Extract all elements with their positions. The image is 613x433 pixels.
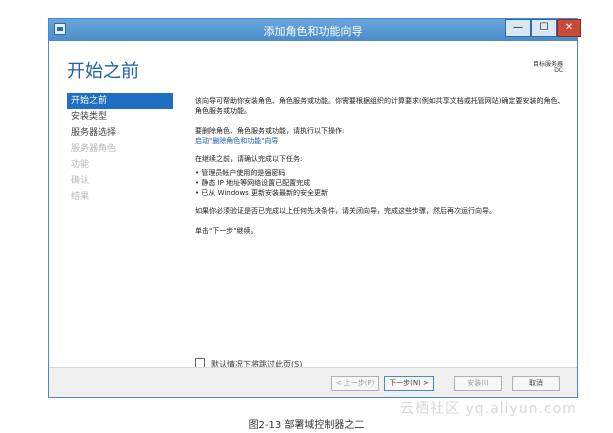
- nav-item-results: 结果: [71, 192, 90, 202]
- prereq-item: • 静态 IP 地址等网络设置已配置完成: [195, 179, 311, 187]
- wizard-window: 添加角色和功能向导 — ☐ ✕ 开始之前 目标服务器 DC 开始之前 安装类型 …: [48, 18, 581, 398]
- next-button[interactable]: 下一步(N) >: [384, 376, 434, 391]
- install-button[interactable]: 安装(I): [454, 376, 502, 391]
- prereq-item: • 已从 Windows 更新安装最新的安全更新: [195, 189, 329, 197]
- previous-button[interactable]: < 上一步(P): [331, 376, 379, 391]
- wizard-footer: < 上一步(P) 下一步(N) > 安装(I) 取消: [49, 368, 577, 397]
- maximize-button[interactable]: ☐: [531, 19, 557, 37]
- cancel-button[interactable]: 取消: [512, 376, 560, 391]
- intro-text: 该向导可帮助你安装角色、角色服务或功能。你需要根据组织的计算要求(例如共享文档或…: [195, 97, 565, 115]
- window-title: 添加角色和功能向导: [263, 25, 363, 38]
- nav-item-server-roles: 服务器角色: [71, 144, 117, 154]
- remove-instructions: 要删除角色、角色服务或功能，请执行以下操作:: [195, 127, 345, 135]
- main-panel: 该向导可帮助你安装角色、角色服务或功能。你需要根据组织的计算要求(例如共享文档或…: [195, 96, 565, 236]
- wizard-nav: 开始之前 安装类型 服务器选择 服务器角色 功能 确认 结果: [67, 93, 173, 205]
- prereq-item: • 管理员帐户使用的是强密码: [195, 169, 286, 177]
- minimize-button[interactable]: —: [505, 19, 531, 37]
- page-title: 开始之前: [67, 61, 139, 82]
- figure-caption: 图2-13 部署域控制器之二: [248, 420, 365, 431]
- destination-server-value: DC: [554, 67, 563, 74]
- prereq-heading: 在继续之前，请确认完成以下任务:: [195, 155, 303, 163]
- continue-text: 单击"下一步"继续。: [195, 227, 258, 235]
- nav-item-installation-type[interactable]: 安装类型: [67, 109, 173, 125]
- verify-text: 如果你必须验证是否已完成以上任何先决条件，请关闭向导，完成这些步骤，然后再次运行…: [195, 207, 496, 215]
- watermark: 云栖社区 yq.aliyun.com: [400, 401, 577, 417]
- title-bar[interactable]: 添加角色和功能向导 — ☐ ✕: [49, 19, 581, 41]
- remove-roles-link[interactable]: 启动"删除角色和功能"向导: [195, 136, 565, 146]
- close-button[interactable]: ✕: [557, 19, 581, 37]
- nav-item-server-selection[interactable]: 服务器选择: [67, 125, 173, 141]
- nav-item-before-you-begin[interactable]: 开始之前: [67, 93, 173, 109]
- nav-item-confirmation: 确认: [71, 176, 90, 186]
- nav-item-features: 功能: [71, 160, 90, 170]
- wizard-content: 开始之前 目标服务器 DC 开始之前 安装类型 服务器选择 服务器角色 功能 确…: [49, 41, 577, 397]
